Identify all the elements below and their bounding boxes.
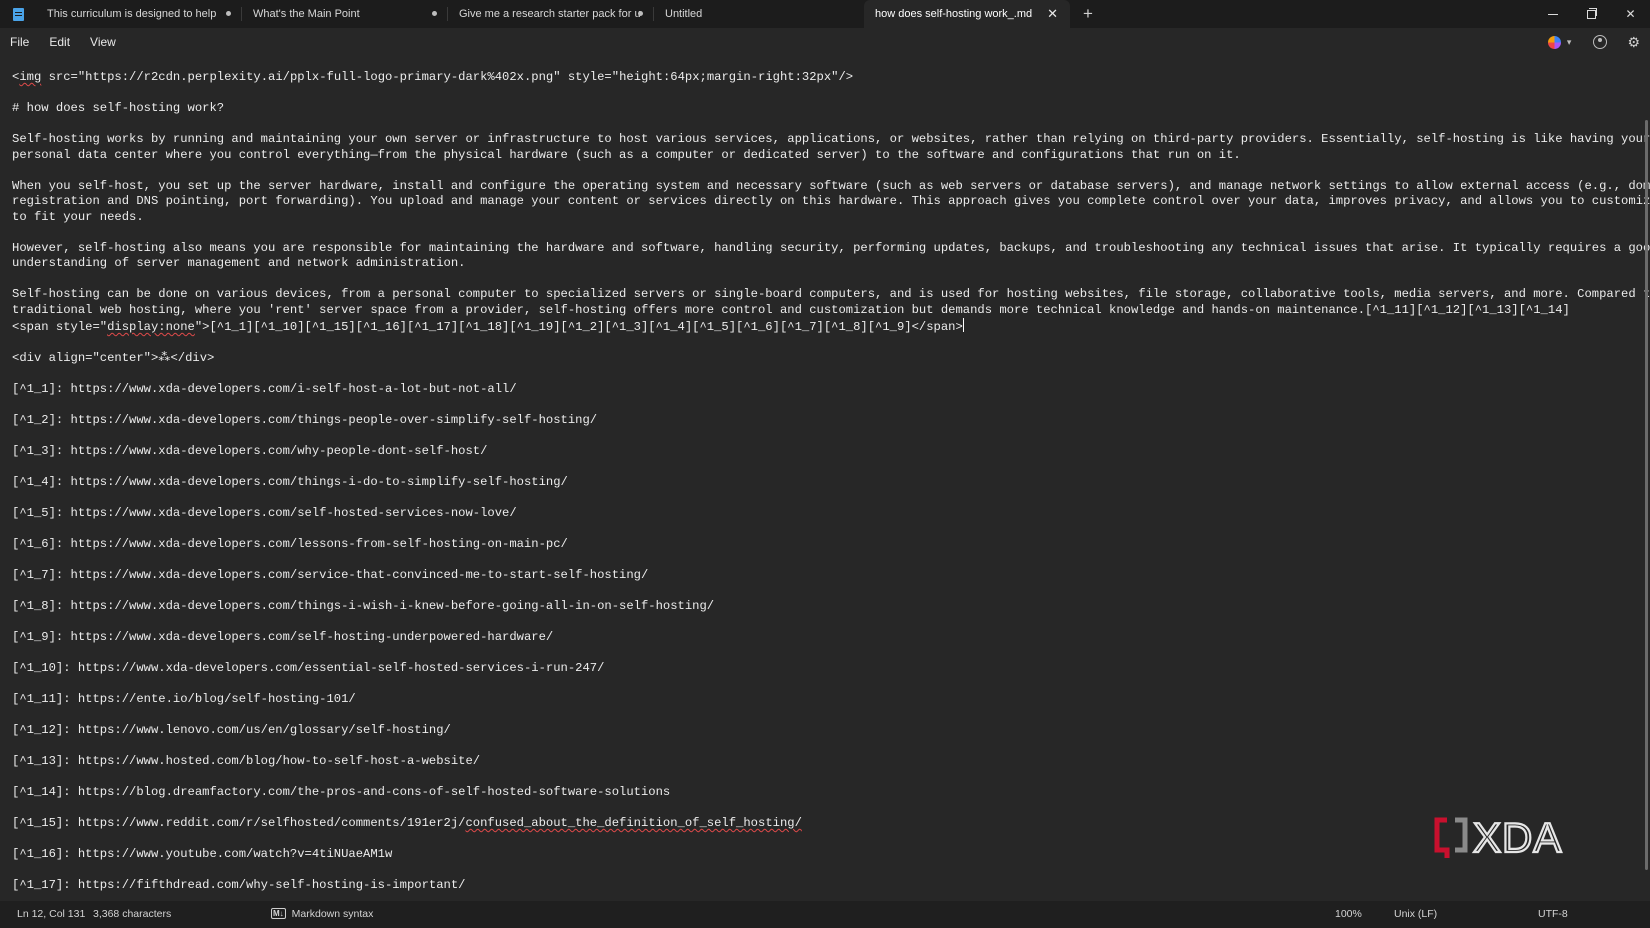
xda-logo: XDA: [1434, 814, 1562, 860]
syntax-selector[interactable]: M↓ Markdown syntax: [271, 901, 373, 928]
tab-label: Untitled: [665, 8, 703, 20]
restore-icon: [1587, 7, 1597, 19]
text-line: <img src="https://r2cdn.perplexity.ai/pp…: [12, 70, 1622, 86]
reference-line: [^1_16]: https://www.youtube.com/watch?v…: [12, 847, 393, 861]
tab-self-hosting-active[interactable]: how does self-hosting work_.md ✕: [864, 0, 1070, 28]
text-line: registration and DNS pointing, port forw…: [12, 194, 1650, 208]
tab-untitled[interactable]: Untitled: [654, 0, 864, 28]
text-line: <span style="display:none">[^1_1][^1_10]…: [12, 318, 1622, 336]
reference-line: [^1_12]: https://www.lenovo.com/us/en/gl…: [12, 723, 451, 737]
text-editor[interactable]: <img src="https://r2cdn.perplexity.ai/pp…: [0, 56, 1650, 901]
reference-line: [^1_7]: https://www.xda-developers.com/s…: [12, 568, 649, 582]
close-icon[interactable]: ✕: [1047, 7, 1058, 20]
reference-line: [^1_2]: https://www.xda-developers.com/t…: [12, 413, 598, 427]
unsaved-dot-icon: [226, 11, 231, 16]
text-line: Self-hosting can be done on various devi…: [12, 287, 1650, 301]
markdown-icon: M↓: [271, 908, 286, 919]
tab-label: Give me a research starter pack for u: [459, 8, 641, 20]
reference-line: [^1_15]: https://www.reddit.com/r/selfho…: [12, 816, 1622, 832]
reference-line: [^1_8]: https://www.xda-developers.com/t…: [12, 599, 715, 613]
minimize-button[interactable]: [1533, 0, 1572, 28]
reference-line: [^1_9]: https://www.xda-developers.com/s…: [12, 630, 554, 644]
heading-line: # how does self-hosting work?: [12, 101, 225, 115]
text-line: <div align="center">⁂</div>: [12, 351, 215, 365]
reference-line: [^1_3]: https://www.xda-developers.com/w…: [12, 444, 488, 458]
reference-line: [^1_13]: https://www.hosted.com/blog/how…: [12, 754, 481, 768]
text-line: understanding of server management and n…: [12, 256, 466, 270]
chevron-down-icon[interactable]: ▾: [1567, 37, 1572, 48]
spellcheck-word: img: [19, 70, 42, 84]
close-window-button[interactable]: ✕: [1611, 0, 1650, 28]
tab-label: What's the Main Point: [253, 8, 360, 20]
text-line: traditional web hosting, where you 'rent…: [12, 302, 1570, 317]
cursor-position[interactable]: Ln 12, Col 131: [17, 901, 85, 928]
text-line: personal data center where you control e…: [12, 147, 1241, 162]
tab-label: how does self-hosting work_.md: [875, 8, 1033, 20]
text-line: When you self-host, you set up the serve…: [12, 178, 1650, 193]
unsaved-dot-icon: [432, 11, 437, 16]
tab-research-starter[interactable]: Give me a research starter pack for u: [448, 0, 653, 28]
status-bar: Ln 12, Col 131 3,368 characters M↓ Markdo…: [0, 901, 1650, 928]
plus-icon: +: [1083, 4, 1093, 23]
new-tab-button[interactable]: +: [1074, 0, 1102, 28]
tab-main-point[interactable]: What's the Main Point: [242, 0, 447, 28]
text-run: ">[^1_1][^1_10][^1_15][^1_16][^1_17][^1_…: [194, 320, 963, 334]
text-run: src="https://r2cdn.perplexity.ai/pplx-fu…: [41, 70, 854, 84]
text-caret: [962, 318, 964, 332]
reference-line: [^1_4]: https://www.xda-developers.com/t…: [12, 475, 568, 489]
vertical-scrollbar[interactable]: [1645, 120, 1648, 870]
menu-view[interactable]: View: [80, 28, 126, 56]
zoom-level[interactable]: 100%: [1335, 901, 1362, 928]
reference-line: [^1_14]: https://blog.dreamfactory.com/t…: [12, 785, 671, 799]
text-line: Self-hosting works by running and mainta…: [12, 132, 1650, 146]
syntax-label: Markdown syntax: [291, 908, 374, 920]
title-bar: This curriculum is designed to help What…: [0, 0, 1650, 28]
document-text: <img src="https://r2cdn.perplexity.ai/pp…: [12, 70, 1650, 894]
notepad-icon: [0, 0, 36, 28]
text-line: However, self-hosting also means you are…: [12, 240, 1650, 255]
close-icon: ✕: [1625, 7, 1636, 21]
account-icon[interactable]: [1593, 35, 1608, 49]
text-run: [^1_15]: https://www.reddit.com/r/selfho…: [12, 816, 466, 830]
reference-line: [^1_5]: https://www.xda-developers.com/s…: [12, 506, 517, 520]
reference-line: [^1_11]: https://ente.io/blog/self-hosti…: [12, 692, 356, 706]
window-controls: ✕: [1533, 0, 1650, 28]
restore-button[interactable]: [1572, 0, 1611, 28]
gear-icon[interactable]: ⚙: [1627, 34, 1640, 51]
spellcheck-word: display:none: [107, 320, 195, 334]
reference-line: [^1_10]: https://www.xda-developers.com/…: [12, 661, 605, 675]
xda-logo-text: XDA: [1473, 814, 1562, 860]
text-line: to fit your needs.: [12, 209, 144, 224]
character-count: 3,368 characters: [93, 908, 172, 920]
menu-file[interactable]: File: [0, 28, 39, 56]
unsaved-dot-icon: [638, 11, 643, 16]
menu-right-tools: ▾ ⚙: [1547, 28, 1650, 56]
reference-line: [^1_6]: https://www.xda-developers.com/l…: [12, 537, 568, 551]
line-ending[interactable]: Unix (LF): [1394, 901, 1437, 928]
menu-bar: File Edit View ▾ ⚙: [0, 28, 1650, 56]
encoding[interactable]: UTF-8: [1538, 901, 1568, 928]
tab-label: This curriculum is designed to help: [47, 8, 217, 20]
text-run: <span style=": [12, 320, 108, 334]
reference-line: [^1_17]: https://fifthdread.com/why-self…: [12, 878, 466, 892]
minimize-icon: [1547, 13, 1558, 15]
copilot-icon[interactable]: [1547, 35, 1561, 49]
menu-edit[interactable]: Edit: [39, 28, 80, 56]
reference-line: [^1_1]: https://www.xda-developers.com/i…: [12, 382, 517, 396]
spellcheck-word: confused_about_the_definition_of_self_ho…: [465, 816, 802, 830]
tab-strip: This curriculum is designed to help What…: [36, 0, 1102, 28]
tab-curriculum[interactable]: This curriculum is designed to help: [36, 0, 241, 28]
